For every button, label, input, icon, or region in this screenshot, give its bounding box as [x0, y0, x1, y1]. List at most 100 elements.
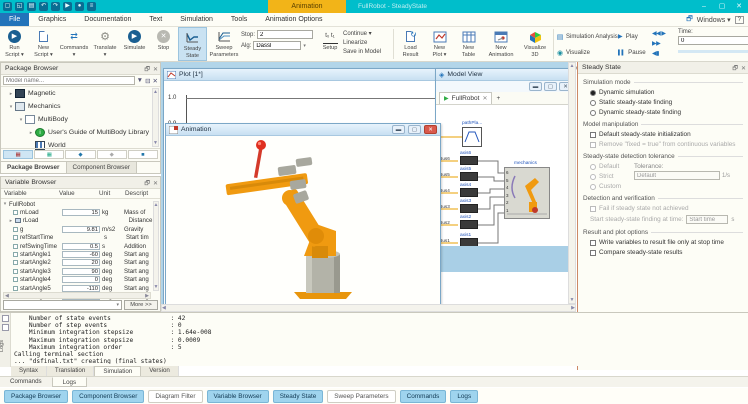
toggle-steady-state[interactable]: Steady State [273, 390, 324, 403]
anim-restore-button[interactable]: ▢ [408, 125, 421, 134]
col-variable[interactable]: Variable [1, 190, 59, 197]
commands-button[interactable]: ⇄ Commands ▾ [58, 27, 90, 61]
sweep-parameters-button[interactable]: Sweep Parameters [207, 27, 241, 61]
toggle-package-browser[interactable]: Package Browser [4, 390, 68, 403]
menu-tab-documentation[interactable]: Documentation [75, 13, 140, 26]
menu-tab-tools[interactable]: Tools [222, 13, 256, 26]
variable-row[interactable]: refSwingTime 0.5 s Addition [1, 242, 160, 250]
package-tree-scrollbar[interactable]: ▲▼ [152, 88, 159, 147]
menu-tab-simulation[interactable]: Simulation [171, 13, 222, 26]
load-result-button[interactable]: ↻ Load Result [396, 27, 425, 61]
tree-item-users-guide[interactable]: ▸ i User's Guide of MultiBody Library [1, 126, 160, 139]
checkbox-icon[interactable] [590, 240, 596, 246]
axis5-block[interactable] [460, 172, 478, 181]
algorithm-select[interactable] [253, 41, 301, 50]
help-icon[interactable]: ? [735, 16, 744, 24]
radio-dynamic-simulation[interactable]: Dynamic simulation [590, 89, 743, 96]
time-input[interactable] [678, 36, 748, 45]
plot-checkbox[interactable] [13, 277, 18, 282]
menu-tab-file[interactable]: File [0, 13, 29, 26]
variable-hscrollbar[interactable]: ◀▶ [3, 292, 151, 299]
tab-logs[interactable]: Logs [52, 377, 87, 387]
plot-window-titlebar[interactable]: Plot [1*] [164, 69, 449, 81]
expander-icon[interactable]: ▸ [7, 91, 15, 97]
model-tab-fullrobot[interactable]: ▶ FullRobot ✕ [439, 92, 492, 104]
variable-scrollbar[interactable]: ▲▼ [153, 201, 159, 291]
add-tab-button[interactable]: + [496, 95, 500, 102]
component-icon[interactable]: ■ [128, 150, 158, 159]
radio-icon[interactable] [590, 100, 596, 106]
save-icon[interactable]: ▤ [27, 2, 36, 11]
checkbox-remove-fixed[interactable]: Remove "fixed = true" from continuous va… [590, 141, 743, 148]
expander-icon[interactable]: ▾ [1, 201, 9, 207]
plot-checkbox[interactable] [13, 286, 18, 291]
plot-checkbox[interactable] [13, 252, 18, 257]
redo-icon[interactable]: ↷ [51, 2, 60, 11]
toggle-component-browser[interactable]: Component Browser [72, 390, 144, 403]
active-document-tab[interactable]: Animation [268, 0, 346, 13]
expander-icon[interactable]: ▸ [27, 130, 35, 136]
clear-search-icon[interactable]: ✕ [153, 77, 158, 85]
undo-icon[interactable]: ↶ [39, 2, 48, 11]
model-diagram[interactable]: pathPla... sBus6 axis6 sBus5 axis5 sBus4… [436, 105, 574, 273]
float-panel-icon[interactable]: 🗗 [144, 178, 150, 190]
anim-minimize-button[interactable]: ▬ [392, 125, 405, 134]
radio-tolerance-default[interactable]: Default [590, 163, 634, 170]
visualize-3d-button[interactable]: Visualize 3D [519, 27, 551, 61]
path-planning-block[interactable] [462, 127, 482, 147]
algorithm-dropdown-icon[interactable]: ▾ [303, 43, 306, 49]
tab-translation[interactable]: Translation [47, 366, 94, 376]
toggle-commands[interactable]: Commands [400, 390, 447, 403]
animation-window[interactable]: Animation ▬ ▢ ✕ [165, 123, 441, 309]
stop-button[interactable]: ✕ Stop [149, 27, 178, 61]
grid-view-icon[interactable]: ▦ [34, 150, 64, 159]
mv-minimize-button[interactable]: ▬ [529, 82, 542, 91]
tab-package-browser[interactable]: Package Browser [1, 162, 67, 173]
radio-static-steady-state[interactable]: Static steady-state finding [590, 99, 743, 106]
linearize-button[interactable]: Linearize [343, 40, 391, 46]
plot-checkbox[interactable] [13, 227, 18, 232]
collapse-all-icon[interactable]: ⊟ [145, 77, 150, 85]
checkbox-fail-if-not-achieved[interactable]: Fail if steady state not achieved [590, 205, 743, 212]
tab-commands[interactable]: Commands [0, 377, 52, 387]
col-unit[interactable]: Unit [99, 190, 125, 197]
new-plot-button[interactable]: New Plot ▾ [425, 27, 454, 61]
expander-icon[interactable]: ▾ [17, 117, 25, 123]
diamond-blue-icon[interactable]: ◆ [65, 150, 95, 159]
float-panel-icon[interactable]: 🗗 [144, 64, 150, 76]
close-panel-icon[interactable]: ✕ [153, 178, 158, 190]
tree-item-mechanics[interactable]: ▾ Mechanics [1, 100, 160, 113]
plot-checkbox[interactable] [13, 244, 18, 249]
open-file-icon[interactable]: ◱ [15, 2, 24, 11]
stop-time-input[interactable] [257, 30, 313, 39]
variable-row[interactable]: startAngle1 -60 deg Start ang [1, 250, 160, 258]
checkbox-icon[interactable] [590, 250, 596, 256]
variable-filter-combo[interactable]: ▾ [3, 300, 122, 310]
checkbox-icon[interactable] [590, 132, 596, 138]
close-panel-icon[interactable]: ✕ [153, 64, 158, 76]
model-view-titlebar[interactable]: ◈ Model View [436, 69, 574, 81]
library-view-icon[interactable]: ▦ [3, 150, 33, 159]
menu-tab-animation-options[interactable]: Animation Options [256, 13, 331, 26]
record-icon[interactable]: ● [75, 2, 84, 11]
play-button[interactable]: ▶ Play [618, 30, 652, 43]
plot-checkbox[interactable] [13, 210, 18, 215]
toggle-diagram-filter[interactable]: Diagram Filter [148, 390, 202, 403]
model-view-window[interactable]: ◈ Model View ▬ ▢ ✕ ▶ FullRobot ✕ + [435, 68, 575, 310]
axis6-block[interactable] [460, 156, 478, 165]
float-panel-icon[interactable]: 🗗 [732, 63, 738, 75]
mdi-hscrollbar[interactable]: ◀▶ [161, 304, 576, 312]
tree-item-magnetic[interactable]: ▸ Magnetic [1, 87, 160, 100]
animation-window-titlebar[interactable]: Animation ▬ ▢ ✕ [166, 124, 440, 136]
simulation-analysis-toggle[interactable]: ▤ Simulation Analysis [556, 30, 618, 43]
pin-icon[interactable] [2, 324, 9, 331]
axis2-block[interactable] [460, 220, 478, 229]
radio-icon[interactable] [590, 90, 596, 96]
more-icon[interactable]: ≡ [87, 2, 96, 11]
checkbox-default-init[interactable]: Default steady-state initialization [590, 131, 743, 138]
variable-row[interactable]: ▸ rLoad Distance [1, 217, 160, 225]
radio-tolerance-custom[interactable]: Custom [590, 183, 634, 190]
plot-checkbox[interactable] [13, 235, 18, 240]
col-value[interactable]: Value [59, 190, 99, 197]
variable-row[interactable]: startAngle3 90 deg Start ang [1, 267, 160, 275]
